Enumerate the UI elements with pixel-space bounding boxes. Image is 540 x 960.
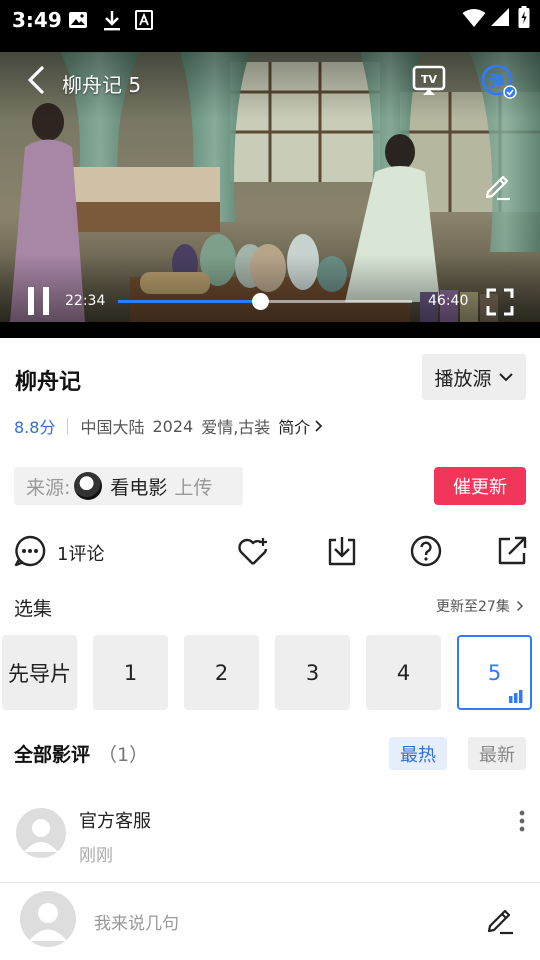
uploader-badge[interactable]: 来源: 看电影 上传	[14, 467, 243, 505]
episode-tile[interactable]: 2	[184, 635, 259, 710]
action-bar: 1评论	[0, 531, 540, 573]
svg-text:TV: TV	[421, 73, 438, 86]
wifi-icon	[462, 9, 486, 27]
chevron-down-icon	[498, 373, 513, 382]
reviews-header: 全部影评 （1）	[14, 740, 148, 767]
edit-pen-icon[interactable]	[482, 170, 514, 202]
danmaku-icon[interactable]: 弹	[479, 63, 519, 101]
comment-author[interactable]: 官方客服	[79, 807, 151, 833]
uploader-label: 来源:	[26, 476, 71, 499]
default-user-icon	[24, 819, 58, 852]
sort-hot-button[interactable]: 最热	[389, 737, 447, 770]
urge-update-button[interactable]: 催更新	[434, 467, 526, 505]
episode-list: 先导片 1 2 3 4 5	[2, 635, 540, 710]
episode-tile[interactable]: 先导片	[2, 635, 77, 710]
update-info-link[interactable]: 更新至27集	[436, 596, 524, 616]
episode-label: 3	[305, 660, 320, 685]
comment-input[interactable]: 我来说几句	[94, 909, 179, 934]
signal-icon	[491, 8, 509, 26]
score: 8.8分	[14, 418, 56, 437]
show-title: 柳舟记	[15, 370, 82, 395]
update-info-text: 更新至27集	[436, 599, 510, 615]
show-meta: 8.8分 中国大陆 2024 爱情,古装 简介	[14, 414, 324, 438]
favorite-add-icon[interactable]	[236, 534, 270, 568]
sort-new-button[interactable]: 最新	[468, 737, 526, 770]
chevron-right-icon	[315, 420, 323, 432]
pause-icon[interactable]	[26, 286, 52, 316]
player-bottom-band	[0, 322, 540, 338]
source-button-label: 播放源	[434, 367, 492, 390]
video-player[interactable]: 柳舟记 5 TV 弹 22:34 46:40	[0, 52, 540, 322]
image-notification-icon	[69, 12, 87, 28]
battery-icon	[518, 6, 530, 28]
episode-tile[interactable]: 1	[93, 635, 168, 710]
episode-label: 5	[487, 660, 502, 685]
status-time: 3:49	[12, 8, 62, 32]
commenter-avatar[interactable]	[16, 808, 66, 858]
reviews-count: （1）	[98, 744, 149, 766]
download-notification-icon	[104, 11, 120, 31]
episode-label: 1	[123, 660, 138, 685]
comment-time: 刚刚	[79, 846, 113, 866]
duration: 46:40	[428, 293, 469, 309]
episode-tile[interactable]: 3	[275, 635, 350, 710]
status-bar: 3:49	[0, 0, 540, 52]
tv-cast-icon[interactable]: TV	[412, 65, 446, 97]
episode-label: 4	[396, 660, 411, 685]
current-time: 22:34	[65, 293, 106, 309]
comment-item[interactable]: 官方客服 刚刚	[0, 795, 540, 875]
intro-link[interactable]: 简介	[278, 414, 324, 438]
genres: 爱情,古装	[201, 418, 271, 437]
download-icon[interactable]	[325, 534, 359, 568]
app-notification-icon	[135, 10, 153, 30]
uploader-avatar	[74, 472, 103, 500]
intro-link-label: 简介	[278, 418, 311, 437]
comment-icon[interactable]	[13, 534, 47, 568]
more-options-icon[interactable]	[512, 809, 532, 833]
share-icon[interactable]	[495, 534, 529, 568]
uploader-action: 上传	[174, 476, 213, 499]
region: 中国大陆	[80, 418, 145, 437]
year: 2024	[152, 416, 194, 436]
player-episode-title: 柳舟记 5	[62, 73, 142, 97]
composer-divider	[0, 882, 540, 883]
episode-tile[interactable]: 5	[457, 635, 532, 710]
progress-fill	[118, 300, 261, 303]
default-user-icon	[29, 903, 67, 941]
source-dropdown-button[interactable]: 播放源	[422, 354, 526, 400]
uploader-name: 看电影	[110, 476, 168, 499]
episode-label: 2	[214, 660, 229, 685]
comment-count[interactable]: 1评论	[57, 540, 104, 566]
back-arrow-icon[interactable]	[22, 65, 52, 95]
progress-track[interactable]	[118, 293, 412, 310]
fullscreen-icon[interactable]	[486, 288, 514, 316]
now-playing-icon	[509, 690, 523, 703]
episode-label: 先导片	[8, 661, 71, 686]
write-comment-icon[interactable]	[484, 904, 516, 936]
my-avatar[interactable]	[20, 891, 76, 947]
meta-divider	[67, 418, 69, 434]
episodes-title: 选集	[14, 598, 53, 620]
reviews-title: 全部影评	[14, 744, 91, 766]
help-icon[interactable]	[409, 534, 443, 568]
chevron-right-icon	[516, 600, 523, 612]
episode-tile[interactable]: 4	[366, 635, 441, 710]
svg-text:弹: 弹	[489, 72, 504, 90]
